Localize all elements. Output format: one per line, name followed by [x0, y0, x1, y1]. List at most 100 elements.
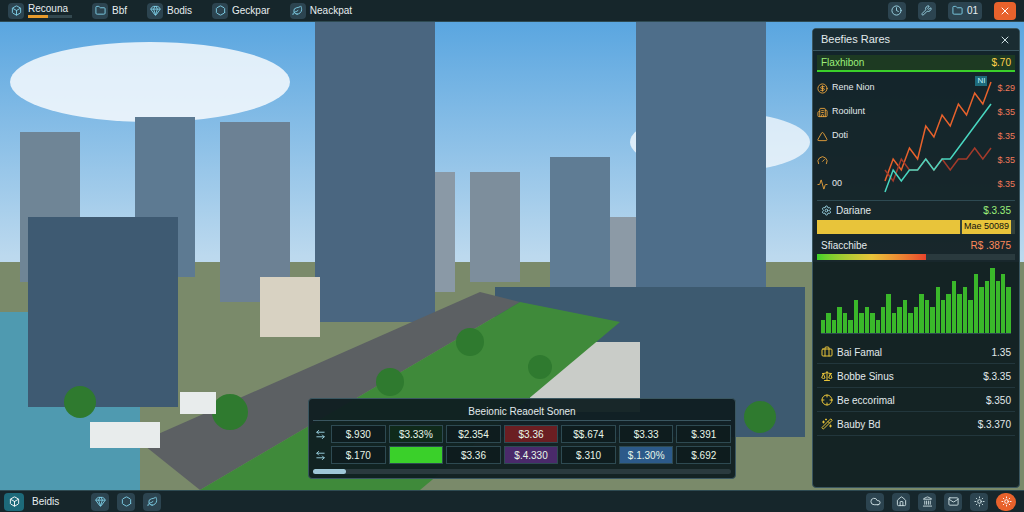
counter[interactable]: 01 — [948, 2, 982, 20]
panel-header: Beeionic Reaoelt Sonen — [313, 403, 731, 421]
report-cell: $.4.330 — [504, 446, 559, 464]
swap-icon — [315, 450, 326, 461]
tab-icon — [8, 3, 24, 19]
chart-bar — [936, 287, 940, 333]
report-cell: $2.354 — [446, 425, 501, 443]
tool-icon[interactable] — [944, 493, 962, 511]
chart-bar — [832, 320, 836, 333]
orange-icon[interactable] — [996, 493, 1016, 511]
game-screen: Recouna Bbf Bodis Geckpar Neackpat 01 Beefies … — [0, 0, 1024, 512]
chart-row[interactable]: Rooilunt — [817, 102, 879, 122]
chart-bar — [990, 268, 994, 333]
wrench-icon[interactable] — [918, 2, 936, 20]
finance-panel[interactable]: Beefies Rares Flaxhibon$.70 Rene Nion Rooil… — [812, 28, 1020, 488]
tool-icon[interactable] — [866, 493, 884, 511]
tab-progress — [28, 15, 72, 18]
chart-bar — [837, 307, 841, 333]
chart-bar — [925, 300, 929, 333]
chart-bar — [897, 307, 901, 333]
chart-bar — [968, 300, 972, 333]
tool-icon[interactable] — [91, 493, 109, 511]
close-icon — [999, 5, 1011, 17]
tool-icon[interactable] — [143, 493, 161, 511]
report-cell: $3.33 — [619, 425, 674, 443]
top-tab[interactable]: Neackpat — [286, 3, 356, 19]
tab-icon — [290, 3, 306, 19]
chart-bar — [826, 313, 830, 333]
finance-row[interactable]: Bauby Bd$.3.370 — [817, 414, 1015, 436]
row-icon — [817, 131, 828, 142]
chart-bar — [865, 307, 869, 333]
summary-row[interactable]: Dariane$.3.35 — [817, 200, 1015, 220]
gradient-row[interactable]: SfiacchibeR$ .3875 — [817, 238, 1015, 254]
chart-value: $.35 — [997, 102, 1015, 122]
report-cell: $3.36 — [504, 425, 559, 443]
chart-bar — [996, 281, 1000, 333]
game-view[interactable]: Beefies Rares Flaxhibon$.70 Rene Nion Rooil… — [0, 22, 1024, 490]
chart-bar — [914, 307, 918, 333]
chart-bar — [821, 320, 825, 333]
tool-icon[interactable] — [892, 493, 910, 511]
top-tab[interactable]: Bodis — [143, 3, 196, 19]
chart-bar — [957, 294, 961, 333]
chart-bar — [963, 287, 967, 333]
chart-bar — [854, 300, 858, 333]
report-cell — [389, 446, 444, 464]
row-icon — [817, 107, 828, 118]
report-panel[interactable]: Beeionic Reaoelt Sonen$.930$3.33%$2.354$… — [308, 398, 736, 479]
tab-icon — [147, 3, 163, 19]
chart-value: $.29 — [997, 78, 1015, 98]
chart-bar — [870, 313, 874, 333]
menu-icon[interactable] — [4, 493, 24, 511]
tool-icon[interactable] — [970, 493, 988, 511]
chart-bar — [886, 294, 890, 333]
chart-row[interactable] — [817, 150, 879, 170]
chart-bar — [979, 287, 983, 333]
highlight-row[interactable]: Flaxhibon$.70 — [817, 55, 1015, 72]
gear-icon — [821, 205, 832, 216]
tool-icon[interactable] — [918, 493, 936, 511]
chart-row[interactable]: 00 — [817, 174, 879, 194]
chart-value: $.35 — [997, 126, 1015, 146]
chart-bar — [919, 294, 923, 333]
chart-row[interactable]: Doti — [817, 126, 879, 146]
chart-value: $.35 — [997, 174, 1015, 194]
bottom-label[interactable]: Beidis — [32, 494, 59, 509]
gradient-bar — [817, 254, 1015, 260]
chart-bar — [876, 320, 880, 333]
chart-row[interactable]: Rene Nion — [817, 78, 879, 98]
chart-bar — [859, 313, 863, 333]
panel-header: Beefies Rares — [813, 29, 1019, 51]
report-progress — [313, 469, 731, 474]
finance-row[interactable]: Bobbe Sinus$.3.35 — [817, 366, 1015, 388]
report-row[interactable]: $.170$3.36$.4.330$.310$.1.30%$.692 — [313, 446, 731, 464]
report-cell: $.930 — [331, 425, 386, 443]
chart-bar — [908, 313, 912, 333]
report-cell: $.692 — [676, 446, 731, 464]
report-row[interactable]: $.930$3.33%$2.354$3.36$$.674$3.33$.391 — [313, 425, 731, 443]
tab-icon — [212, 3, 228, 19]
row-icon — [817, 155, 828, 166]
tool-icon[interactable] — [117, 493, 135, 511]
row-icon — [821, 370, 833, 382]
report-cell: $3.33% — [389, 425, 444, 443]
row-icon — [817, 83, 828, 94]
line-chart — [883, 76, 993, 196]
close-button[interactable] — [994, 2, 1016, 20]
report-cell: $$.674 — [561, 425, 616, 443]
chart-bar — [941, 300, 945, 333]
chart-bar — [903, 300, 907, 333]
top-tab[interactable]: Recouna — [4, 3, 76, 19]
chart-bar — [952, 281, 956, 333]
clock-icon[interactable] — [888, 2, 906, 20]
row-icon — [821, 418, 833, 430]
top-tab[interactable]: Bbf — [88, 3, 131, 19]
bar-chart — [821, 268, 1011, 334]
row-icon — [817, 179, 828, 190]
top-tab[interactable]: Geckpar — [208, 3, 274, 19]
close-icon[interactable] — [999, 34, 1011, 46]
finance-row[interactable]: Be eccorimal$.350 — [817, 390, 1015, 412]
finance-row[interactable]: Bai Famal1.35 — [817, 342, 1015, 364]
row-icon — [821, 346, 833, 358]
chart-bar — [843, 313, 847, 333]
